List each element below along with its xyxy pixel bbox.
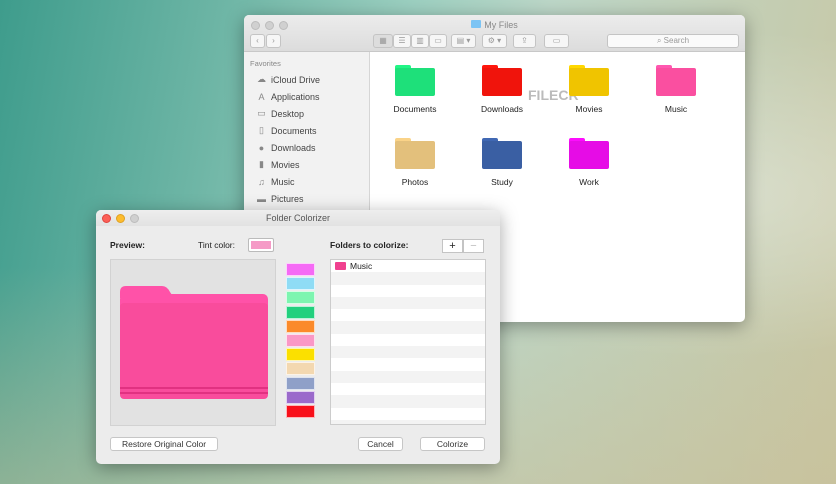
empty-row [331, 358, 485, 370]
add-folder-button[interactable]: + [442, 239, 463, 253]
movies-icon: ▮ [259, 159, 264, 169]
color-swatch[interactable] [286, 390, 315, 404]
folder-colorizer-dialog: Folder Colorizer Preview: Tint color: Fo… [96, 210, 500, 464]
folder-icon [335, 262, 346, 271]
folder-item[interactable]: Downloads [462, 65, 542, 114]
cloud-icon: ☁ [257, 74, 266, 84]
empty-row [331, 309, 485, 321]
search-input[interactable]: ⌕ Search [607, 34, 739, 48]
empty-row [331, 346, 485, 359]
sidebar-item-icloud-drive[interactable]: ☁ iCloud Drive [244, 71, 369, 88]
folder-item[interactable]: Documents [375, 65, 455, 114]
window-title: My Files [484, 20, 518, 30]
folder-icon [471, 20, 482, 28]
folder-icon [482, 138, 522, 169]
pictures-icon: ▬ [257, 193, 266, 204]
column-view-button[interactable]: ▥ [411, 34, 429, 48]
folder-item[interactable]: Movies [549, 65, 629, 114]
sidebar-item-applications[interactable]: A Applications [244, 88, 369, 105]
tags-button[interactable]: ▭ [544, 34, 569, 48]
color-swatch[interactable] [286, 319, 315, 333]
folder-item[interactable]: Study [462, 138, 542, 187]
coverflow-view-button[interactable]: ▭ [429, 34, 447, 48]
folder-icon [395, 138, 435, 169]
color-swatch[interactable] [286, 376, 315, 390]
color-palette [286, 263, 315, 419]
color-swatch[interactable] [286, 263, 315, 276]
folder-icon [569, 65, 609, 96]
tint-color-label: Tint color: [198, 240, 236, 250]
preview-label: Preview: [110, 240, 145, 250]
sidebar-item-documents[interactable]: ▯ Documents [244, 122, 369, 139]
icon-view-button[interactable]: ▦ [373, 34, 393, 48]
desktop-icon: ▭ [257, 108, 266, 118]
gear-icon[interactable]: ⚙ ▾ [482, 34, 507, 48]
color-swatch[interactable] [286, 404, 315, 418]
dialog-title: Folder Colorizer [265, 213, 331, 223]
folders-list[interactable]: Music [330, 259, 486, 425]
remove-folder-button[interactable]: − [463, 239, 484, 253]
folders-to-colorize-label: Folders to colorize: [330, 240, 409, 250]
search-icon: ⌕ [656, 36, 664, 45]
downloads-icon: ● [258, 142, 265, 153]
preview-folder-icon [120, 286, 268, 399]
folder-icon [656, 65, 696, 96]
folder-icon [395, 65, 435, 96]
color-swatch[interactable] [286, 277, 315, 291]
tint-color-well[interactable] [248, 238, 274, 252]
folder-item[interactable]: Music [636, 65, 716, 114]
finder-toolbar: My Files ‹ › ▦ ☰ ▥ ▭ ▤ ▾ ⚙ ▾ ⇪ ▭ ⌕ Searc… [244, 15, 745, 52]
back-button[interactable]: ‹ [250, 34, 265, 48]
color-swatch[interactable] [286, 348, 315, 362]
empty-row [331, 296, 485, 310]
arrange-button[interactable]: ▤ ▾ [451, 34, 476, 48]
empty-row [331, 272, 485, 285]
folder-item[interactable]: Work [549, 138, 629, 187]
folder-icon [569, 138, 609, 169]
folder-icon [482, 65, 522, 96]
empty-row [331, 383, 485, 395]
music-icon: ♫ [258, 176, 265, 187]
cancel-button[interactable]: Cancel [358, 437, 403, 451]
sidebar-item-downloads[interactable]: ● Downloads [244, 139, 369, 156]
empty-row [331, 408, 485, 420]
empty-row [331, 395, 485, 408]
sidebar-item-desktop[interactable]: ▭ Desktop [244, 105, 369, 122]
colorize-button[interactable]: Colorize [420, 437, 485, 451]
sidebar-item-pictures[interactable]: ▬ Pictures [244, 190, 369, 207]
forward-button[interactable]: › [266, 34, 281, 48]
preview-pane [110, 259, 276, 426]
color-swatch[interactable] [286, 305, 315, 319]
applications-icon: A [258, 91, 265, 102]
list-item[interactable]: Music [331, 260, 485, 272]
sidebar-item-music[interactable]: ♫ Music [244, 173, 369, 190]
empty-row [331, 285, 485, 297]
empty-row [331, 334, 485, 346]
empty-row [331, 419, 485, 424]
sidebar-item-movies[interactable]: ▮ Movies [244, 156, 369, 173]
restore-original-color-button[interactable]: Restore Original Color [110, 437, 218, 451]
color-swatch[interactable] [286, 362, 315, 376]
empty-row [331, 321, 485, 334]
empty-row [331, 370, 485, 383]
documents-icon: ▯ [259, 125, 264, 135]
color-swatch[interactable] [286, 291, 315, 305]
color-swatch[interactable] [286, 333, 315, 347]
share-button[interactable]: ⇪ [513, 34, 536, 48]
list-view-button[interactable]: ☰ [393, 34, 411, 48]
folder-item[interactable]: Photos [375, 138, 455, 187]
sidebar-heading: Favorites [250, 59, 281, 68]
